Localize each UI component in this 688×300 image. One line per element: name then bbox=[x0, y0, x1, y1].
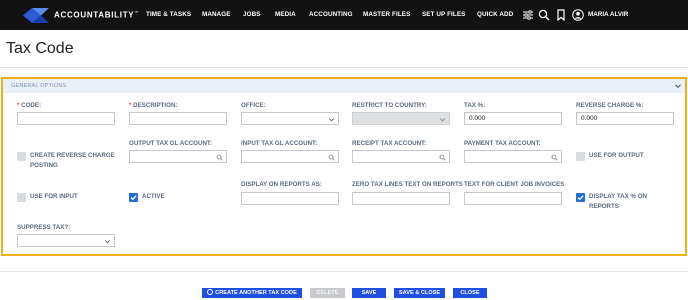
nav-jobs[interactable]: JOBS bbox=[243, 11, 261, 18]
output-gl-label: OUTPUT TAX GL ACCOUNT: bbox=[129, 140, 213, 147]
receipt-tax-lookup[interactable] bbox=[352, 150, 450, 163]
search-icon[interactable] bbox=[538, 9, 550, 21]
use-for-input-label: USE FOR INPUT bbox=[30, 193, 78, 200]
description-input[interactable] bbox=[129, 112, 227, 125]
office-label: OFFICE: bbox=[241, 102, 266, 109]
close-button[interactable]: CLOSE bbox=[453, 288, 487, 298]
reverse-charge-pct-label: REVERSE CHARGE %: bbox=[576, 102, 644, 109]
general-options-panel: GENERAL OPTIONS * CODE: * DESCRIPTION: O… bbox=[1, 77, 687, 256]
zero-tax-text-label: ZERO TAX LINES TEXT ON REPORTS bbox=[352, 181, 463, 188]
nav-master-files[interactable]: MASTER FILES bbox=[363, 11, 410, 18]
sliders-icon[interactable] bbox=[522, 9, 534, 21]
checkmark-icon bbox=[130, 195, 137, 201]
create-reverse-checkbox[interactable] bbox=[17, 152, 26, 161]
nav-accounting[interactable]: ACCOUNTING bbox=[309, 11, 353, 18]
nav-time-tasks[interactable]: TIME & TASKS bbox=[146, 11, 191, 18]
code-label: * CODE: bbox=[17, 102, 42, 109]
nav-media[interactable]: MEDIA bbox=[275, 11, 296, 18]
display-reports-as-input[interactable] bbox=[241, 192, 339, 205]
create-another-button[interactable]: CREATE ANOTHER TAX CODE bbox=[202, 288, 302, 298]
client-job-text-input[interactable] bbox=[464, 192, 562, 205]
active-label: ACTIVE bbox=[142, 193, 165, 200]
input-gl-lookup[interactable] bbox=[241, 150, 339, 163]
bookmark-icon[interactable] bbox=[555, 9, 567, 21]
tax-pct-input[interactable] bbox=[464, 112, 562, 125]
description-label: * DESCRIPTION: bbox=[129, 102, 178, 109]
zero-tax-text-input[interactable] bbox=[352, 192, 450, 205]
restrict-country-select bbox=[352, 112, 450, 125]
search-icon[interactable] bbox=[328, 154, 335, 161]
search-icon[interactable] bbox=[216, 154, 223, 161]
nav-set-up-files[interactable]: SET UP FILES bbox=[422, 11, 465, 18]
panel-header[interactable]: GENERAL OPTIONS bbox=[3, 79, 685, 93]
user-circle-icon[interactable] bbox=[572, 9, 584, 21]
display-tax-pct-label: DISPLAY TAX % ON REPORTS bbox=[589, 193, 647, 210]
chevron-down-icon[interactable] bbox=[674, 82, 682, 90]
suppress-tax-select[interactable] bbox=[17, 234, 115, 247]
plus-circle-icon bbox=[207, 289, 214, 295]
brand-name[interactable]: ACCOUNTABILITY™ bbox=[54, 10, 139, 20]
nav-quick-add[interactable]: QUICK ADD bbox=[477, 11, 513, 18]
code-input[interactable] bbox=[17, 112, 115, 125]
display-reports-as-label: DISPLAY ON REPORTS AS: bbox=[241, 181, 322, 188]
delete-button[interactable]: DELETE bbox=[310, 288, 345, 298]
top-nav-bar: ACCOUNTABILITY™ TIME & TASKS MANAGE JOBS… bbox=[0, 0, 688, 30]
panel-header-label: GENERAL OPTIONS bbox=[11, 83, 67, 89]
logo-icon[interactable] bbox=[23, 8, 49, 23]
search-icon[interactable] bbox=[551, 154, 558, 161]
receipt-tax-label: RECEIPT TAX ACCOUNT: bbox=[352, 140, 427, 147]
use-for-output-checkbox[interactable] bbox=[576, 152, 585, 161]
footer-divider bbox=[0, 271, 688, 272]
reverse-charge-pct-input[interactable] bbox=[576, 112, 674, 125]
checkmark-icon bbox=[577, 195, 584, 201]
chevron-down-icon bbox=[104, 239, 111, 243]
divider bbox=[0, 67, 688, 68]
output-gl-lookup[interactable] bbox=[129, 150, 227, 163]
save-close-button[interactable]: SAVE & CLOSE bbox=[394, 288, 445, 298]
payment-tax-label: PAYMENT TAX ACCOUNT: bbox=[464, 140, 541, 147]
restrict-country-label: RESTRICT TO COUNTRY: bbox=[352, 102, 427, 109]
user-name[interactable]: MARIA ALVIR bbox=[588, 11, 628, 18]
use-for-output-label: USE FOR OUTPUT bbox=[589, 152, 644, 159]
chevron-down-icon bbox=[328, 117, 335, 121]
active-checkbox[interactable] bbox=[129, 193, 138, 202]
chevron-down-icon bbox=[439, 117, 446, 121]
client-job-text-label: TEXT FOR CLIENT JOB INVOICES bbox=[464, 181, 565, 188]
office-select[interactable] bbox=[241, 112, 339, 125]
payment-tax-lookup[interactable] bbox=[464, 150, 562, 163]
suppress-tax-label: SUPPRESS TAX?: bbox=[17, 224, 71, 231]
display-tax-pct-checkbox[interactable] bbox=[576, 193, 585, 202]
save-button[interactable]: SAVE bbox=[352, 288, 386, 298]
create-reverse-label: CREATE REVERSE CHARGE POSTING bbox=[30, 152, 115, 169]
nav-manage[interactable]: MANAGE bbox=[202, 11, 231, 18]
input-gl-label: INPUT TAX GL ACCOUNT: bbox=[241, 140, 318, 147]
use-for-input-checkbox[interactable] bbox=[17, 193, 26, 202]
tax-pct-label: TAX %: bbox=[464, 102, 486, 109]
page-title: Tax Code bbox=[6, 40, 74, 57]
search-icon[interactable] bbox=[439, 154, 446, 161]
